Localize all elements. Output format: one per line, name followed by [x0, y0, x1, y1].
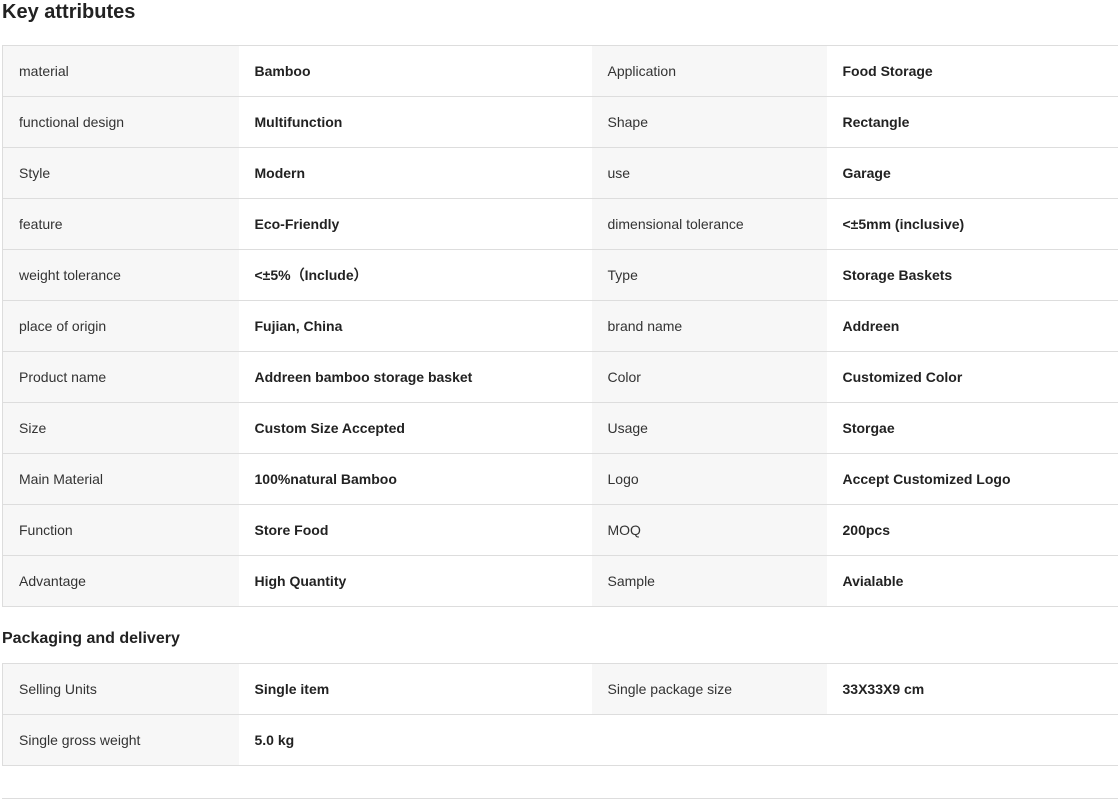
attribute-value: Storgae	[826, 402, 1118, 454]
packaging-table: Selling Units Single item Single package…	[2, 663, 1118, 766]
attribute-label: Main Material	[2, 453, 239, 505]
attribute-label: feature	[2, 198, 239, 250]
attribute-label: Function	[2, 504, 239, 556]
attribute-row: Advantage High Quantity Sample Avialable	[2, 555, 1118, 607]
attribute-row: Product name Addreen bamboo storage bask…	[2, 351, 1118, 403]
attribute-row: Function Store Food MOQ 200pcs	[2, 504, 1118, 556]
attribute-label: Color	[591, 351, 827, 403]
attribute-value: 33X33X9 cm	[826, 663, 1118, 715]
attribute-value: Single item	[238, 663, 592, 715]
attribute-label: Style	[2, 147, 239, 199]
attribute-value: Rectangle	[826, 96, 1118, 148]
attribute-row: weight tolerance <±5%（Include） Type Stor…	[2, 249, 1118, 301]
attribute-label: Sample	[591, 555, 827, 607]
attribute-value: Customized Color	[826, 351, 1118, 403]
attribute-label: Shape	[591, 96, 827, 148]
attribute-label: Product name	[2, 351, 239, 403]
attribute-label: place of origin	[2, 300, 239, 352]
attribute-label: Single gross weight	[2, 714, 239, 766]
attribute-row: material Bamboo Application Food Storage	[2, 45, 1118, 97]
attribute-value: Eco-Friendly	[238, 198, 592, 250]
attribute-label: Logo	[591, 453, 827, 505]
attribute-label: MOQ	[591, 504, 827, 556]
attribute-value: Food Storage	[826, 45, 1118, 97]
attribute-value: Fujian, China	[238, 300, 592, 352]
attribute-value: <±5mm (inclusive)	[826, 198, 1118, 250]
attribute-label: Type	[591, 249, 827, 301]
attribute-value: Addreen bamboo storage basket	[238, 351, 592, 403]
attribute-row: Size Custom Size Accepted Usage Storgae	[2, 402, 1118, 454]
attribute-value: Modern	[238, 147, 592, 199]
attribute-row: Selling Units Single item Single package…	[2, 663, 1118, 715]
key-attributes-table: material Bamboo Application Food Storage…	[2, 45, 1118, 607]
attribute-label: material	[2, 45, 239, 97]
attribute-label: Single package size	[591, 663, 827, 715]
attribute-value: High Quantity	[238, 555, 592, 607]
attribute-value: Store Food	[238, 504, 592, 556]
attribute-value: 200pcs	[826, 504, 1118, 556]
attribute-row: Single gross weight 5.0 kg	[2, 714, 1118, 766]
attribute-label: brand name	[591, 300, 827, 352]
empty-cell	[591, 714, 827, 766]
attribute-value: 100%natural Bamboo	[238, 453, 592, 505]
attribute-value: Storage Baskets	[826, 249, 1118, 301]
attribute-label: Usage	[591, 402, 827, 454]
attribute-value: Garage	[826, 147, 1118, 199]
attribute-value: Avialable	[826, 555, 1118, 607]
attribute-value: 5.0 kg	[238, 714, 592, 766]
attribute-label: Size	[2, 402, 239, 454]
empty-cell	[826, 714, 1118, 766]
section-divider	[2, 798, 1118, 799]
attribute-label: use	[591, 147, 827, 199]
attribute-label: Advantage	[2, 555, 239, 607]
attribute-value: Accept Customized Logo	[826, 453, 1118, 505]
attribute-row: functional design Multifunction Shape Re…	[2, 96, 1118, 148]
attribute-label: weight tolerance	[2, 249, 239, 301]
attribute-label: Selling Units	[2, 663, 239, 715]
attribute-value: Custom Size Accepted	[238, 402, 592, 454]
attribute-label: functional design	[2, 96, 239, 148]
attribute-row: Style Modern use Garage	[2, 147, 1118, 199]
attribute-value: <±5%（Include）	[238, 249, 592, 301]
attribute-value: Bamboo	[238, 45, 592, 97]
key-attributes-heading: Key attributes	[2, 1, 136, 23]
attribute-value: Multifunction	[238, 96, 592, 148]
attribute-row: Main Material 100%natural Bamboo Logo Ac…	[2, 453, 1118, 505]
attribute-row: place of origin Fujian, China brand name…	[2, 300, 1118, 352]
attribute-row: feature Eco-Friendly dimensional toleran…	[2, 198, 1118, 250]
attribute-label: dimensional tolerance	[591, 198, 827, 250]
packaging-delivery-heading: Packaging and delivery	[2, 630, 180, 647]
attribute-label: Application	[591, 45, 827, 97]
attribute-value: Addreen	[826, 300, 1118, 352]
